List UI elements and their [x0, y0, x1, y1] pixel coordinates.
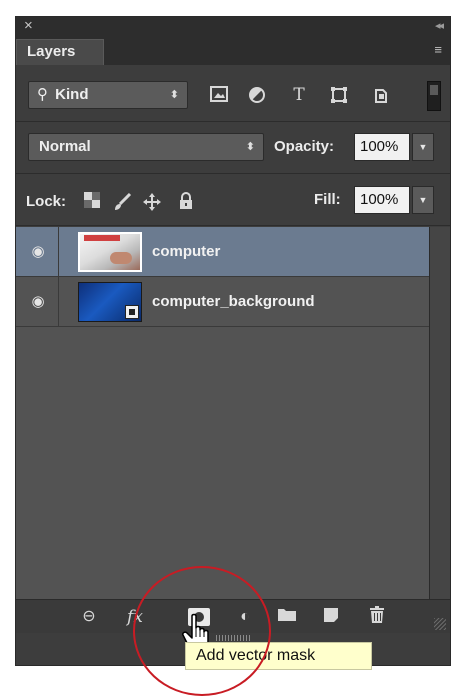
chevron-updown-icon: ⬍	[245, 141, 255, 153]
close-icon[interactable]: ×	[24, 17, 33, 35]
divider	[16, 225, 450, 226]
blend-mode-value: Normal	[39, 138, 91, 155]
resize-grip-icon[interactable]	[434, 618, 446, 630]
link-layers-icon[interactable]: ⊖	[76, 606, 102, 628]
layer-row-computer[interactable]: ◉ computer	[16, 227, 429, 277]
divider	[58, 277, 59, 326]
panel-title-bar: × ◂◂	[16, 17, 450, 35]
layer-list-scrollbar[interactable]	[429, 227, 450, 599]
lock-position-move-icon[interactable]	[142, 192, 162, 212]
layer-thumbnail	[78, 232, 142, 272]
panel-tab-row: Layers ≡	[16, 35, 450, 65]
chevron-updown-icon: ⬍	[169, 89, 179, 101]
layer-thumbnail	[78, 282, 142, 322]
opacity-label: Opacity:	[274, 138, 335, 155]
divider	[58, 227, 59, 276]
eye-visibility-icon[interactable]: ◉	[26, 242, 50, 262]
smart-object-badge-icon	[125, 305, 139, 319]
layer-list: ◉ computer ◉ computer_background	[16, 227, 429, 599]
smart-object-filter-icon[interactable]	[370, 85, 392, 105]
filter-kind-label: Kind	[55, 86, 89, 103]
image-filter-icon[interactable]	[208, 85, 230, 105]
divider	[16, 173, 450, 174]
lock-image-pixels-brush-icon[interactable]	[112, 192, 132, 212]
type-filter-icon[interactable]: T	[288, 85, 310, 105]
adjustment-filter-icon[interactable]	[246, 85, 268, 105]
lock-transparent-pixels-icon[interactable]	[82, 192, 102, 212]
divider	[16, 121, 450, 122]
tab-layers[interactable]: Layers	[16, 39, 104, 65]
thumbnail-detail	[84, 235, 120, 241]
fill-slider-arrow[interactable]: ▼	[412, 186, 434, 214]
layer-name[interactable]: computer	[152, 242, 220, 262]
thumbnail-detail	[110, 252, 132, 264]
fill-field[interactable]: 100%	[354, 186, 410, 214]
new-layer-icon[interactable]	[318, 606, 344, 628]
eye-visibility-icon[interactable]: ◉	[26, 292, 50, 312]
layers-panel: × ◂◂ Layers ≡ ⚲ Kind ⬍ T Normal ⬍ Opacit…	[15, 16, 451, 666]
lock-label: Lock:	[26, 193, 67, 210]
panel-menu-icon[interactable]: ≡	[434, 42, 442, 58]
opacity-slider-arrow[interactable]: ▼	[412, 133, 434, 161]
highlight-circle-annotation	[133, 566, 271, 696]
filter-toggle-switch[interactable]	[427, 81, 441, 111]
shape-filter-icon[interactable]	[328, 85, 350, 105]
opacity-field[interactable]: 100%	[354, 133, 410, 161]
blend-mode-dropdown[interactable]: Normal ⬍	[28, 133, 264, 161]
collapse-panel-icon[interactable]: ◂◂	[435, 17, 444, 35]
lock-all-padlock-icon[interactable]	[176, 192, 196, 212]
fill-label: Fill:	[314, 191, 341, 208]
new-group-folder-icon[interactable]	[274, 606, 300, 628]
layer-row-computer-background[interactable]: ◉ computer_background	[16, 277, 429, 327]
trash-icon[interactable]	[364, 606, 390, 628]
layer-name[interactable]: computer_background	[152, 292, 315, 312]
filter-kind-dropdown[interactable]: ⚲ Kind ⬍	[28, 81, 188, 109]
search-icon: ⚲	[37, 86, 48, 103]
